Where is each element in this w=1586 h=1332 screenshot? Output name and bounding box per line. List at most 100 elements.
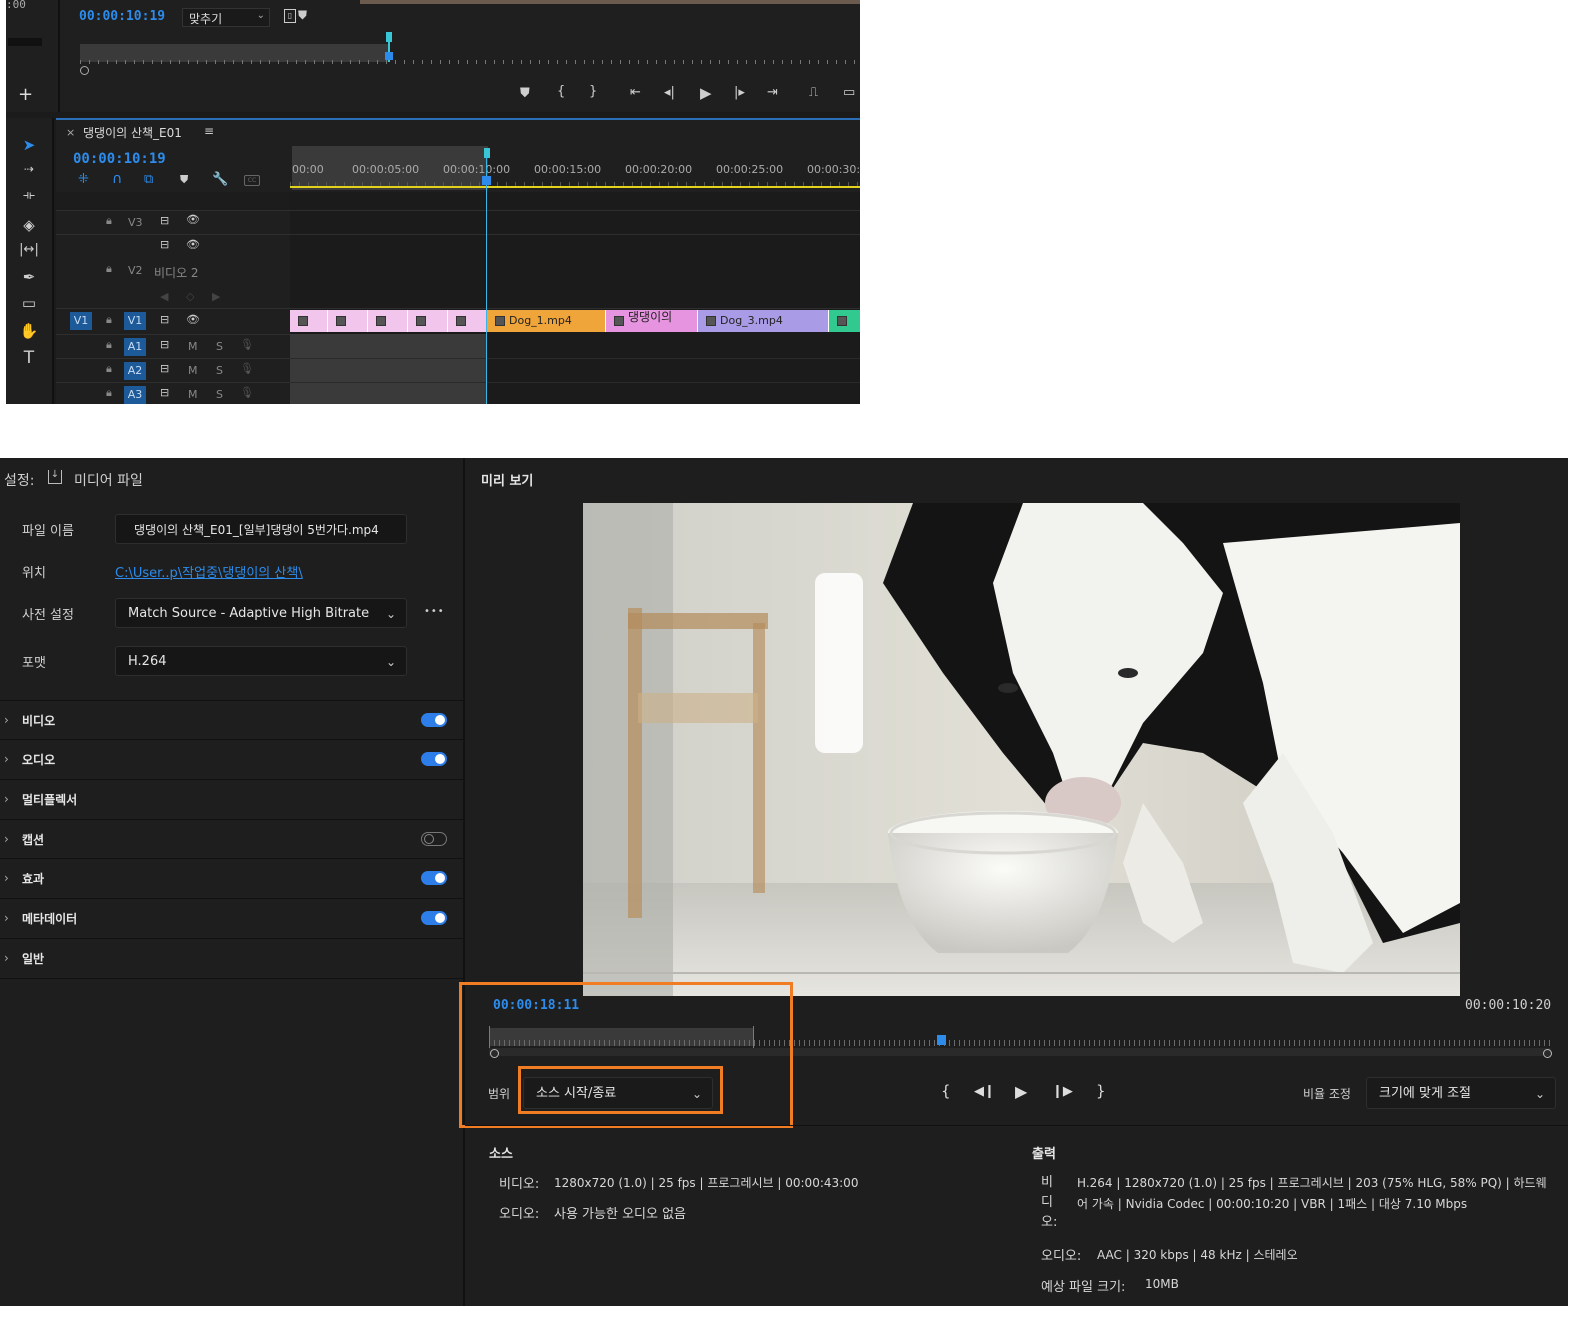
- microphone-icon[interactable]: 🎙︎: [240, 338, 254, 351]
- add-icon[interactable]: +: [18, 84, 33, 105]
- filename-input[interactable]: 댕댕이의 산책_E01_[일부]댕댕이 5번가다.mp4: [115, 514, 407, 544]
- audio-toggle[interactable]: [421, 752, 447, 766]
- sequence-tab-title[interactable]: 댕댕이의 산책_E01: [83, 124, 182, 141]
- razor-tool-icon[interactable]: ◈: [14, 216, 44, 234]
- clip[interactable]: [408, 310, 448, 332]
- clip[interactable]: [448, 310, 487, 332]
- section-video[interactable]: › 비디오: [0, 700, 463, 740]
- effects-toggle[interactable]: [421, 871, 447, 885]
- mark-in-icon[interactable]: {: [557, 84, 565, 99]
- section-general[interactable]: › 일반: [0, 938, 463, 979]
- track-lane-v2[interactable]: [290, 234, 860, 309]
- settings-icon[interactable]: ▯: [284, 9, 296, 23]
- lock-icon[interactable]: 🔒︎: [106, 362, 112, 376]
- linked-selection-icon[interactable]: ⧉: [144, 172, 153, 187]
- section-metadata[interactable]: › 메타데이터: [0, 898, 463, 938]
- mute-button[interactable]: M: [188, 340, 198, 353]
- rectangle-tool-icon[interactable]: ▭: [14, 294, 44, 312]
- video-toggle[interactable]: [421, 713, 447, 727]
- clip-title[interactable]: 댕댕이의: [606, 310, 698, 332]
- program-playhead-handle[interactable]: [385, 52, 393, 60]
- play-icon[interactable]: ▶: [700, 84, 712, 102]
- sequence-timecode[interactable]: 00:00:10:19: [73, 151, 166, 167]
- sync-lock-icon[interactable]: ⊟: [160, 362, 169, 375]
- solo-button[interactable]: S: [216, 340, 223, 353]
- keyframe-next-icon[interactable]: ▶: [212, 290, 220, 303]
- clip[interactable]: [290, 310, 328, 332]
- lock-icon[interactable]: 🔒︎: [106, 214, 112, 228]
- track-target-a1[interactable]: A1: [124, 338, 146, 356]
- track-target-a3[interactable]: A3: [124, 386, 146, 404]
- sync-lock-icon[interactable]: ⊟: [160, 338, 169, 351]
- sequence-playhead-handle[interactable]: [482, 176, 491, 185]
- type-tool-icon[interactable]: T: [14, 348, 44, 368]
- close-icon[interactable]: ×: [66, 126, 75, 139]
- slip-tool-icon[interactable]: |↔|: [14, 242, 44, 257]
- location-link[interactable]: C:\User..p\작업중\댕댕이의 산책\: [115, 562, 303, 581]
- zoom-handle-right[interactable]: [1543, 1049, 1552, 1058]
- sync-lock-icon[interactable]: ⊟: [160, 313, 169, 326]
- track-lane-a3[interactable]: [290, 382, 860, 404]
- step-back-icon[interactable]: ◂|: [664, 85, 675, 100]
- sequence-playhead-marker[interactable]: [484, 148, 490, 158]
- clip[interactable]: [328, 310, 368, 332]
- hand-tool-icon[interactable]: ✋: [14, 322, 44, 340]
- metadata-toggle[interactable]: [421, 911, 447, 925]
- program-timecode[interactable]: 00:00:10:19: [79, 9, 165, 24]
- track-lane-v3[interactable]: [290, 210, 860, 235]
- step-forward-icon[interactable]: ❙▶: [1052, 1084, 1073, 1099]
- track-target-v1[interactable]: V1: [124, 312, 146, 330]
- section-captions[interactable]: › 캡션: [0, 819, 463, 859]
- track-target-a2[interactable]: A2: [124, 362, 146, 380]
- mark-out-icon[interactable]: }: [1096, 1082, 1106, 1100]
- mute-button[interactable]: M: [188, 364, 198, 377]
- export-frame-icon[interactable]: ▭: [843, 85, 855, 100]
- marker-icon[interactable]: ⛊: [520, 86, 530, 101]
- lock-icon[interactable]: 🔒︎: [106, 386, 112, 400]
- sync-lock-icon[interactable]: ⊟: [160, 238, 169, 251]
- go-to-in-icon[interactable]: ⇤: [630, 85, 641, 100]
- captions-toggle[interactable]: [421, 832, 447, 846]
- eye-icon[interactable]: 👁︎: [186, 213, 200, 226]
- track-lane-a2[interactable]: [290, 358, 860, 383]
- section-multiplexer[interactable]: › 멀티플렉서: [0, 779, 463, 819]
- solo-button[interactable]: S: [216, 388, 223, 401]
- mute-button[interactable]: M: [188, 388, 198, 401]
- mark-out-icon[interactable]: }: [589, 84, 597, 99]
- track-lane-v1[interactable]: Dog_1.mp4 댕댕이의 Dog_3.mp4: [290, 308, 860, 334]
- zoom-handle-left[interactable]: [80, 66, 89, 75]
- lock-icon[interactable]: 🔒︎: [106, 313, 112, 327]
- preset-dropdown[interactable]: Match Source - Adaptive High Bitrate ⌄: [115, 598, 407, 628]
- section-audio[interactable]: › 오디오: [0, 739, 463, 779]
- keyframe-add-icon[interactable]: ◇: [186, 290, 194, 303]
- snap-icon[interactable]: ∩: [112, 171, 122, 187]
- step-forward-icon[interactable]: |▸: [734, 85, 745, 100]
- selection-tool-icon[interactable]: ➤: [14, 136, 44, 154]
- lift-icon[interactable]: ⎍: [809, 85, 818, 100]
- source-patch-v1[interactable]: V1: [70, 312, 92, 330]
- track-select-tool-icon[interactable]: ⇢: [14, 162, 44, 176]
- track-lane-a1[interactable]: [290, 334, 860, 359]
- solo-button[interactable]: S: [216, 364, 223, 377]
- clip[interactable]: [368, 310, 408, 332]
- eye-icon[interactable]: 👁︎: [186, 238, 200, 251]
- panel-menu-icon[interactable]: ≡: [204, 124, 214, 138]
- wrench-icon[interactable]: 🔧: [212, 172, 228, 187]
- clip[interactable]: [829, 310, 860, 332]
- shield-icon[interactable]: ⛊: [298, 8, 307, 23]
- clip-dog-1[interactable]: Dog_1.mp4: [487, 310, 606, 332]
- lock-icon[interactable]: 🔒︎: [106, 338, 112, 352]
- download-icon[interactable]: ↓: [48, 470, 62, 484]
- microphone-icon[interactable]: 🎙︎: [240, 362, 254, 375]
- clip-dog-3[interactable]: Dog_3.mp4: [698, 310, 829, 332]
- step-back-icon[interactable]: ◀❙: [974, 1084, 995, 1099]
- more-options-icon[interactable]: •••: [424, 606, 445, 617]
- captions-icon[interactable]: CC: [244, 175, 260, 186]
- zoom-dropdown[interactable]: 맞추기 ⌄: [182, 8, 270, 27]
- go-to-out-icon[interactable]: ⇥: [767, 85, 778, 100]
- pen-tool-icon[interactable]: ✒: [14, 268, 44, 286]
- scale-dropdown[interactable]: 크기에 맞게 조절 ⌄: [1366, 1077, 1556, 1109]
- preview-playhead[interactable]: [937, 1035, 946, 1045]
- microphone-icon[interactable]: 🎙︎: [240, 386, 254, 399]
- eye-icon[interactable]: 👁︎: [186, 313, 200, 326]
